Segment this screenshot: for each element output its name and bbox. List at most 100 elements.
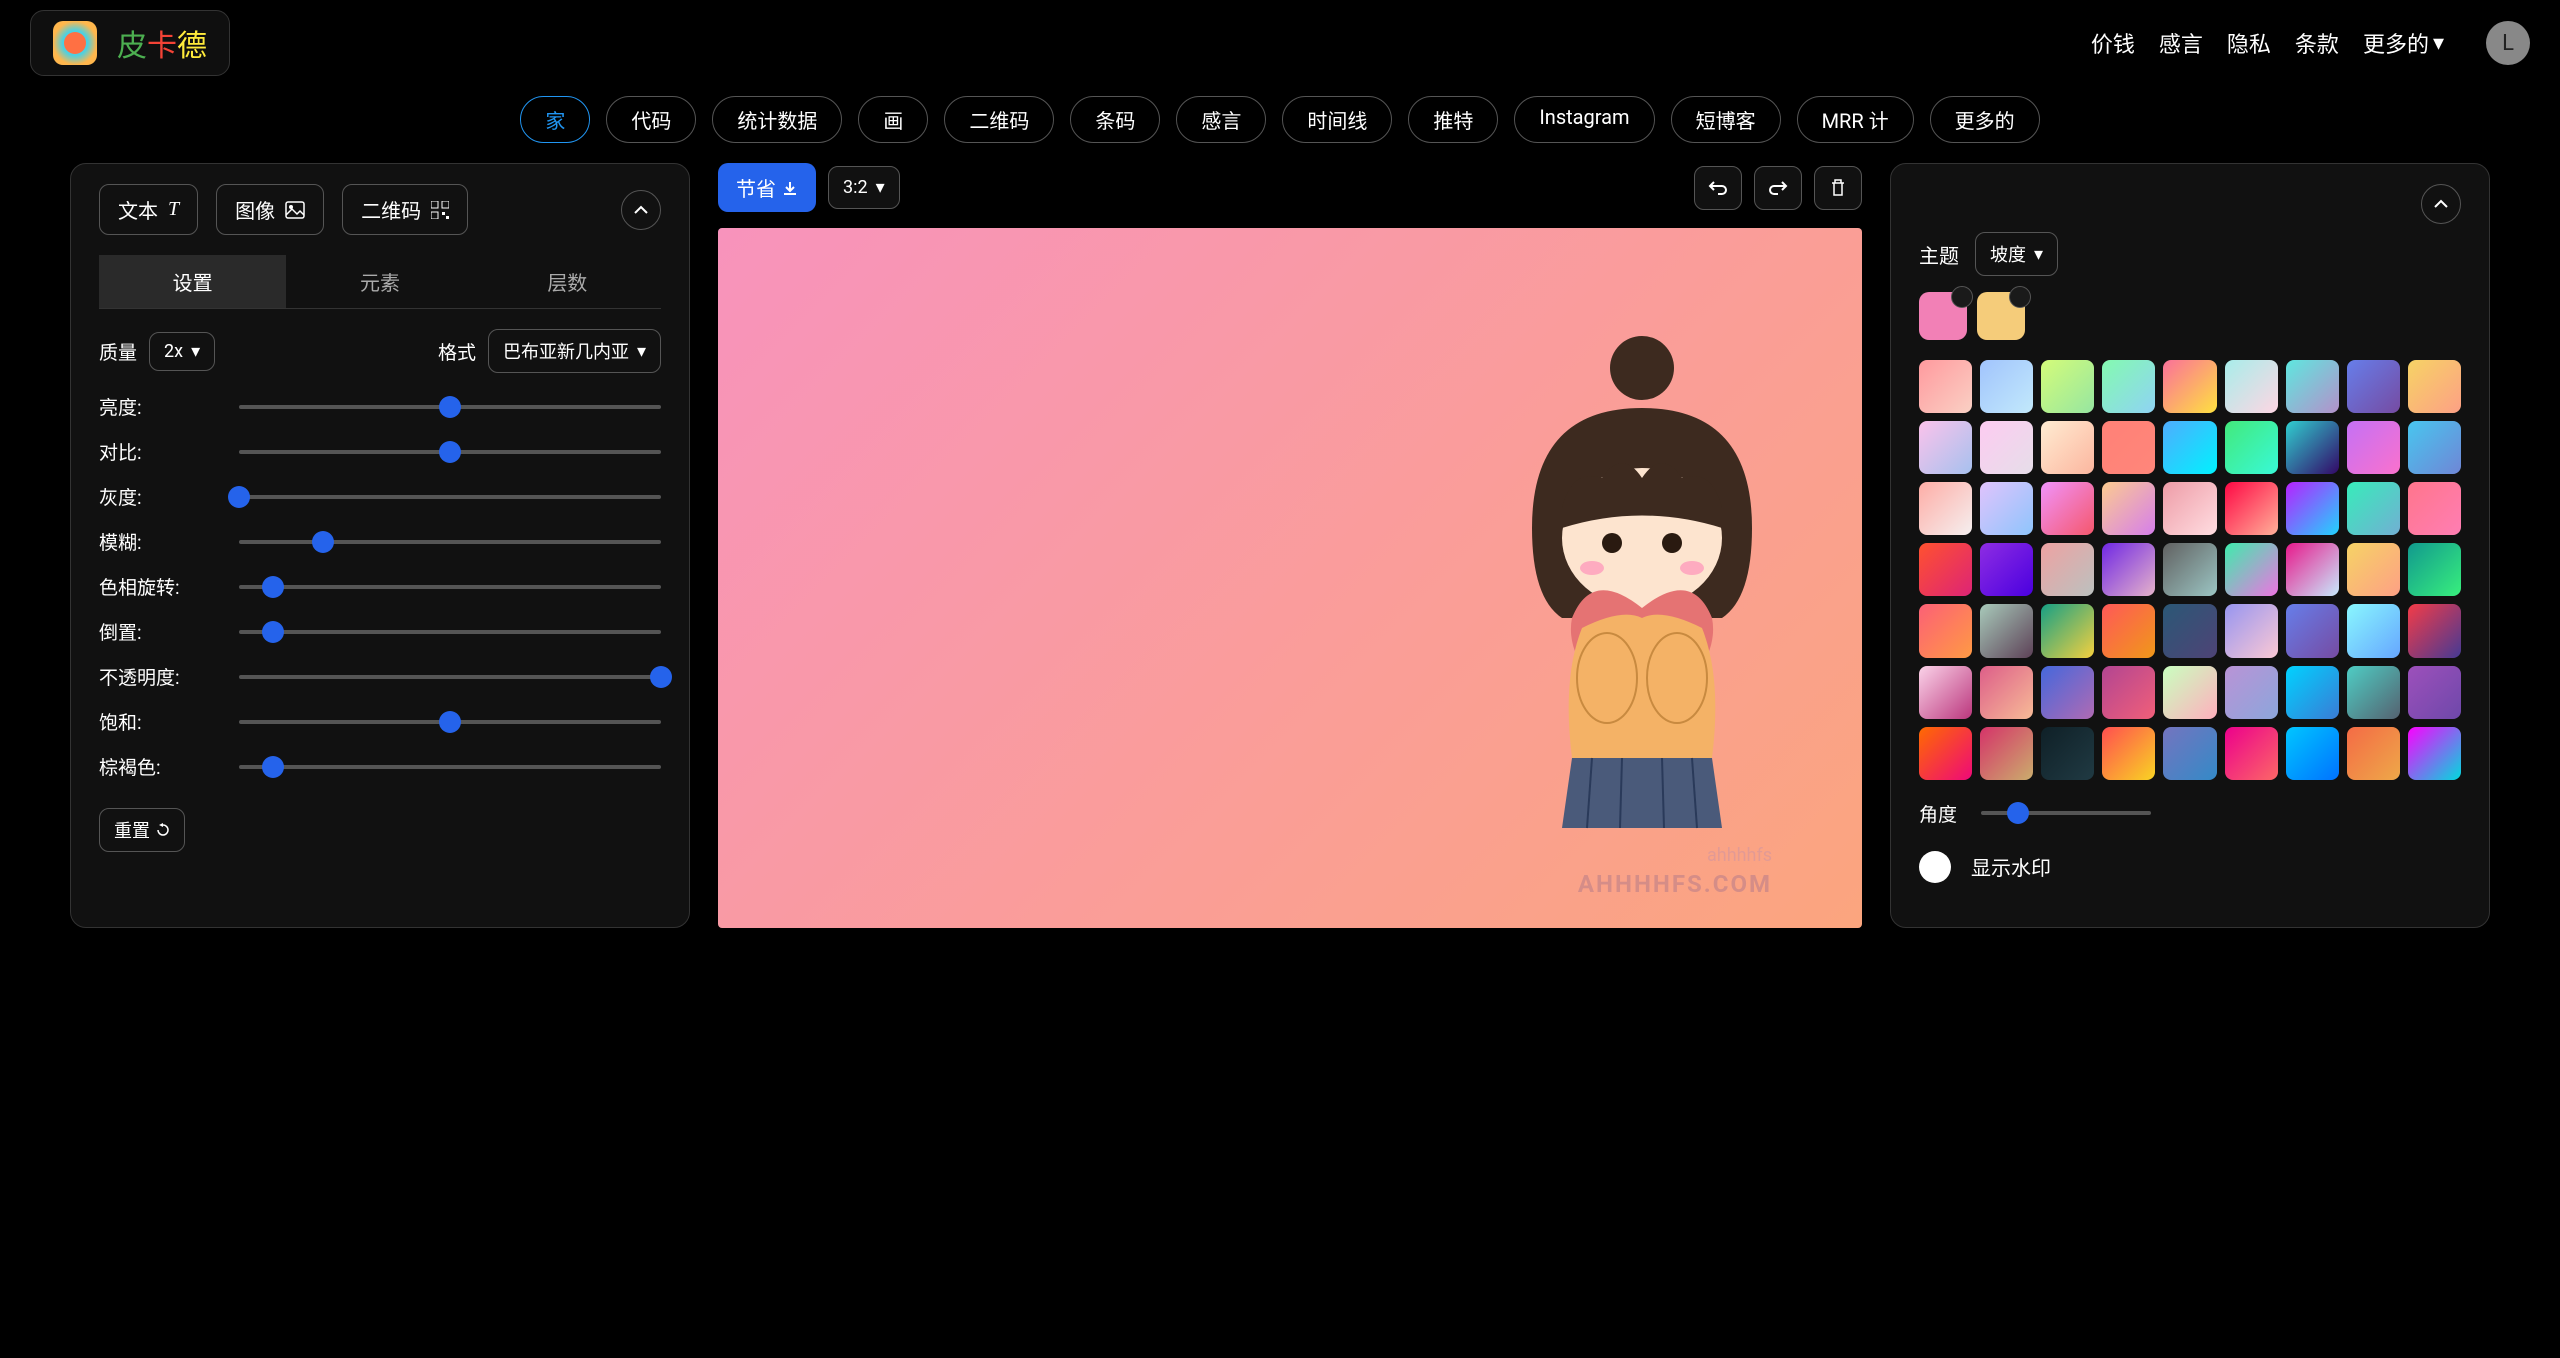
subtab-layers[interactable]: 层数 xyxy=(474,255,661,308)
swatch-29[interactable] xyxy=(2041,543,2094,596)
swatch-3[interactable] xyxy=(2102,360,2155,413)
slider-8[interactable] xyxy=(239,765,661,769)
swatch-46[interactable] xyxy=(1980,666,2033,719)
swatch-58[interactable] xyxy=(2163,727,2216,780)
swatch-28[interactable] xyxy=(1980,543,2033,596)
swatch-57[interactable] xyxy=(2102,727,2155,780)
subtab-settings[interactable]: 设置 xyxy=(99,255,286,308)
swatch-44[interactable] xyxy=(2408,604,2461,657)
tab-7[interactable]: 时间线 xyxy=(1282,96,1392,143)
slider-2[interactable] xyxy=(239,495,661,499)
swatch-5[interactable] xyxy=(2225,360,2278,413)
ratio-select[interactable]: 3:2 ▾ xyxy=(828,166,900,209)
slider-6[interactable] xyxy=(239,675,661,679)
swatch-60[interactable] xyxy=(2286,727,2339,780)
tab-0[interactable]: 家 xyxy=(520,96,590,143)
slider-4[interactable] xyxy=(239,585,661,589)
tool-image[interactable]: 图像 xyxy=(216,184,324,235)
swatch-10[interactable] xyxy=(1980,421,2033,474)
nav-pricing[interactable]: 价钱 xyxy=(2091,27,2135,59)
swatch-23[interactable] xyxy=(2225,482,2278,535)
color-pick-0[interactable] xyxy=(1919,292,1967,340)
tab-9[interactable]: Instagram xyxy=(1514,96,1654,143)
tool-text[interactable]: 文本 T xyxy=(99,184,198,235)
angle-slider[interactable] xyxy=(1981,811,2151,815)
swatch-52[interactable] xyxy=(2347,666,2400,719)
color-pick-1[interactable] xyxy=(1977,292,2025,340)
theme-select[interactable]: 坡度 ▾ xyxy=(1975,232,2058,276)
swatch-62[interactable] xyxy=(2408,727,2461,780)
swatch-38[interactable] xyxy=(2041,604,2094,657)
tab-1[interactable]: 代码 xyxy=(606,96,696,143)
swatch-20[interactable] xyxy=(2041,482,2094,535)
slider-0[interactable] xyxy=(239,405,661,409)
collapse-left-button[interactable] xyxy=(621,190,661,230)
swatch-26[interactable] xyxy=(2408,482,2461,535)
tab-11[interactable]: MRR 计 xyxy=(1797,96,1914,143)
swatch-30[interactable] xyxy=(2102,543,2155,596)
swatch-45[interactable] xyxy=(1919,666,1972,719)
slider-5[interactable] xyxy=(239,630,661,634)
swatch-37[interactable] xyxy=(1980,604,2033,657)
swatch-13[interactable] xyxy=(2163,421,2216,474)
format-select[interactable]: 巴布亚新几内亚 ▾ xyxy=(488,329,661,373)
swatch-14[interactable] xyxy=(2225,421,2278,474)
swatch-11[interactable] xyxy=(2041,421,2094,474)
swatch-21[interactable] xyxy=(2102,482,2155,535)
swatch-49[interactable] xyxy=(2163,666,2216,719)
tab-10[interactable]: 短博客 xyxy=(1671,96,1781,143)
swatch-8[interactable] xyxy=(2408,360,2461,413)
swatch-31[interactable] xyxy=(2163,543,2216,596)
tab-4[interactable]: 二维码 xyxy=(944,96,1054,143)
swatch-9[interactable] xyxy=(1919,421,1972,474)
nav-more[interactable]: 更多的 ▾ xyxy=(2363,27,2444,59)
swatch-33[interactable] xyxy=(2286,543,2339,596)
save-button[interactable]: 节省 xyxy=(718,163,816,212)
swatch-53[interactable] xyxy=(2408,666,2461,719)
tab-6[interactable]: 感言 xyxy=(1176,96,1266,143)
collapse-right-button[interactable] xyxy=(2421,184,2461,224)
swatch-32[interactable] xyxy=(2225,543,2278,596)
swatch-42[interactable] xyxy=(2286,604,2339,657)
swatch-7[interactable] xyxy=(2347,360,2400,413)
swatch-34[interactable] xyxy=(2347,543,2400,596)
tab-5[interactable]: 条码 xyxy=(1070,96,1160,143)
swatch-1[interactable] xyxy=(1980,360,2033,413)
swatch-35[interactable] xyxy=(2408,543,2461,596)
swatch-12[interactable] xyxy=(2102,421,2155,474)
swatch-22[interactable] xyxy=(2163,482,2216,535)
tab-2[interactable]: 统计数据 xyxy=(712,96,842,143)
slider-1[interactable] xyxy=(239,450,661,454)
slider-3[interactable] xyxy=(239,540,661,544)
slider-7[interactable] xyxy=(239,720,661,724)
avatar[interactable]: L xyxy=(2486,21,2530,65)
canvas[interactable]: ahhhhfs AHHHHFS.COM xyxy=(718,228,1862,928)
swatch-15[interactable] xyxy=(2286,421,2339,474)
delete-button[interactable] xyxy=(1814,166,1862,210)
swatch-48[interactable] xyxy=(2102,666,2155,719)
swatch-56[interactable] xyxy=(2041,727,2094,780)
swatch-54[interactable] xyxy=(1919,727,1972,780)
quality-select[interactable]: 2x ▾ xyxy=(149,332,215,371)
swatch-36[interactable] xyxy=(1919,604,1972,657)
tool-qrcode[interactable]: 二维码 xyxy=(342,184,468,235)
swatch-0[interactable] xyxy=(1919,360,1972,413)
swatch-51[interactable] xyxy=(2286,666,2339,719)
swatch-27[interactable] xyxy=(1919,543,1972,596)
swatch-24[interactable] xyxy=(2286,482,2339,535)
tab-12[interactable]: 更多的 xyxy=(1930,96,2040,143)
swatch-59[interactable] xyxy=(2225,727,2278,780)
swatch-40[interactable] xyxy=(2163,604,2216,657)
subtab-elements[interactable]: 元素 xyxy=(286,255,473,308)
swatch-41[interactable] xyxy=(2225,604,2278,657)
swatch-2[interactable] xyxy=(2041,360,2094,413)
swatch-47[interactable] xyxy=(2041,666,2094,719)
swatch-17[interactable] xyxy=(2408,421,2461,474)
undo-button[interactable] xyxy=(1694,166,1742,210)
nav-testimonials[interactable]: 感言 xyxy=(2159,27,2203,59)
nav-privacy[interactable]: 隐私 xyxy=(2227,27,2271,59)
redo-button[interactable] xyxy=(1754,166,1802,210)
swatch-25[interactable] xyxy=(2347,482,2400,535)
swatch-19[interactable] xyxy=(1980,482,2033,535)
tab-3[interactable]: 画 xyxy=(858,96,928,143)
